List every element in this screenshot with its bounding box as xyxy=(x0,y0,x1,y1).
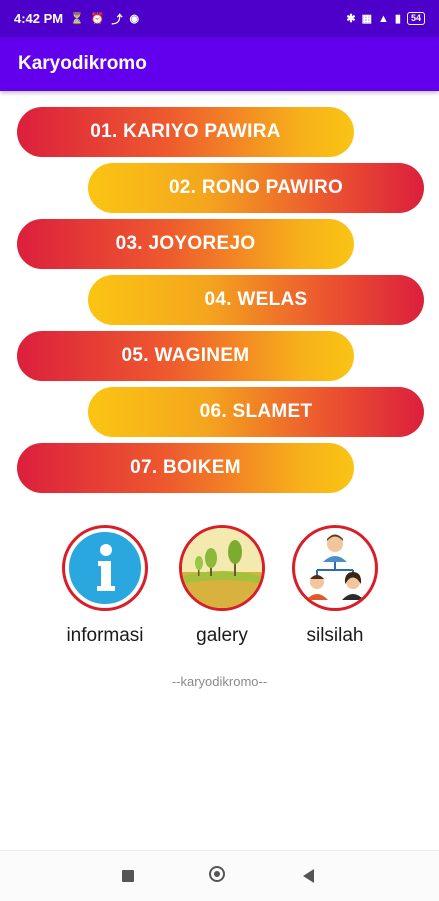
silsilah-button[interactable]: silsilah xyxy=(285,525,385,647)
home-button[interactable] xyxy=(209,866,225,882)
galery-button[interactable]: galery xyxy=(172,525,272,647)
info-icon xyxy=(62,525,148,611)
menu-button-label: 02. RONO PAWIRO xyxy=(168,177,344,198)
app-title: Karyodikromo xyxy=(18,53,147,74)
menu-button-5[interactable]: 05. WAGINEM xyxy=(17,331,354,381)
system-nav-bar xyxy=(0,850,439,901)
menu-button-2[interactable]: 02. RONO PAWIRO xyxy=(88,163,424,213)
family-tree-icon xyxy=(292,525,378,611)
menu-button-label: 06. SLAMET xyxy=(199,401,313,422)
footer-text: --karyodikromo-- xyxy=(171,674,268,689)
silsilah-label: silsilah xyxy=(306,625,364,646)
menu-button-label: 03. JOYOREJO xyxy=(115,233,256,254)
bluetooth-icon: ✱ xyxy=(346,13,356,25)
informasi-button[interactable]: informasi xyxy=(55,525,155,647)
recent-apps-button[interactable] xyxy=(122,870,134,882)
battery-icon: 54 xyxy=(406,12,425,25)
vibrate-icon: ▦ xyxy=(361,13,373,25)
status-left: 4:42 PM ⏳ ⏰ ⤴ ◉ xyxy=(14,11,139,27)
menu-button-3[interactable]: 03. JOYOREJO xyxy=(17,219,354,269)
app-bar: Karyodikromo xyxy=(0,37,439,91)
shortcut-row: informasi galery silsilah xyxy=(55,525,395,650)
menu-button-7[interactable]: 07. BOIKEM xyxy=(17,443,354,493)
menu-button-label: 01. KARIYO PAWIRA xyxy=(90,121,281,142)
status-time: 4:42 PM xyxy=(14,11,64,26)
landscape-icon xyxy=(179,525,265,611)
menu-button-4[interactable]: 04. WELAS xyxy=(88,275,424,325)
menu-button-6[interactable]: 06. SLAMET xyxy=(88,387,424,437)
alarm-off-icon: ⏳ xyxy=(70,13,84,25)
informasi-label: informasi xyxy=(66,625,144,646)
menu-button-label: 07. BOIKEM xyxy=(130,457,241,478)
app-notification-icon: ⤴ xyxy=(111,13,123,26)
alarm-clock-icon: ⏰ xyxy=(90,13,105,25)
facebook-icon: ◉ xyxy=(129,13,140,25)
back-button[interactable] xyxy=(303,869,314,883)
menu-button-label: 04. WELAS xyxy=(204,289,308,310)
galery-label: galery xyxy=(196,625,248,646)
signal-4g-icon: ▲ xyxy=(378,12,389,25)
menu-button-1[interactable]: 01. KARIYO PAWIRA xyxy=(17,107,354,157)
status-right: ✱ ▦ ▲ ▮ 54 xyxy=(346,12,425,25)
signal-bars-icon: ▮ xyxy=(394,13,401,25)
menu-button-label: 05. WAGINEM xyxy=(121,345,250,366)
status-bar: 4:42 PM ⏳ ⏰ ⤴ ◉ ✱ ▦ ▲ ▮ 54 xyxy=(0,0,439,37)
